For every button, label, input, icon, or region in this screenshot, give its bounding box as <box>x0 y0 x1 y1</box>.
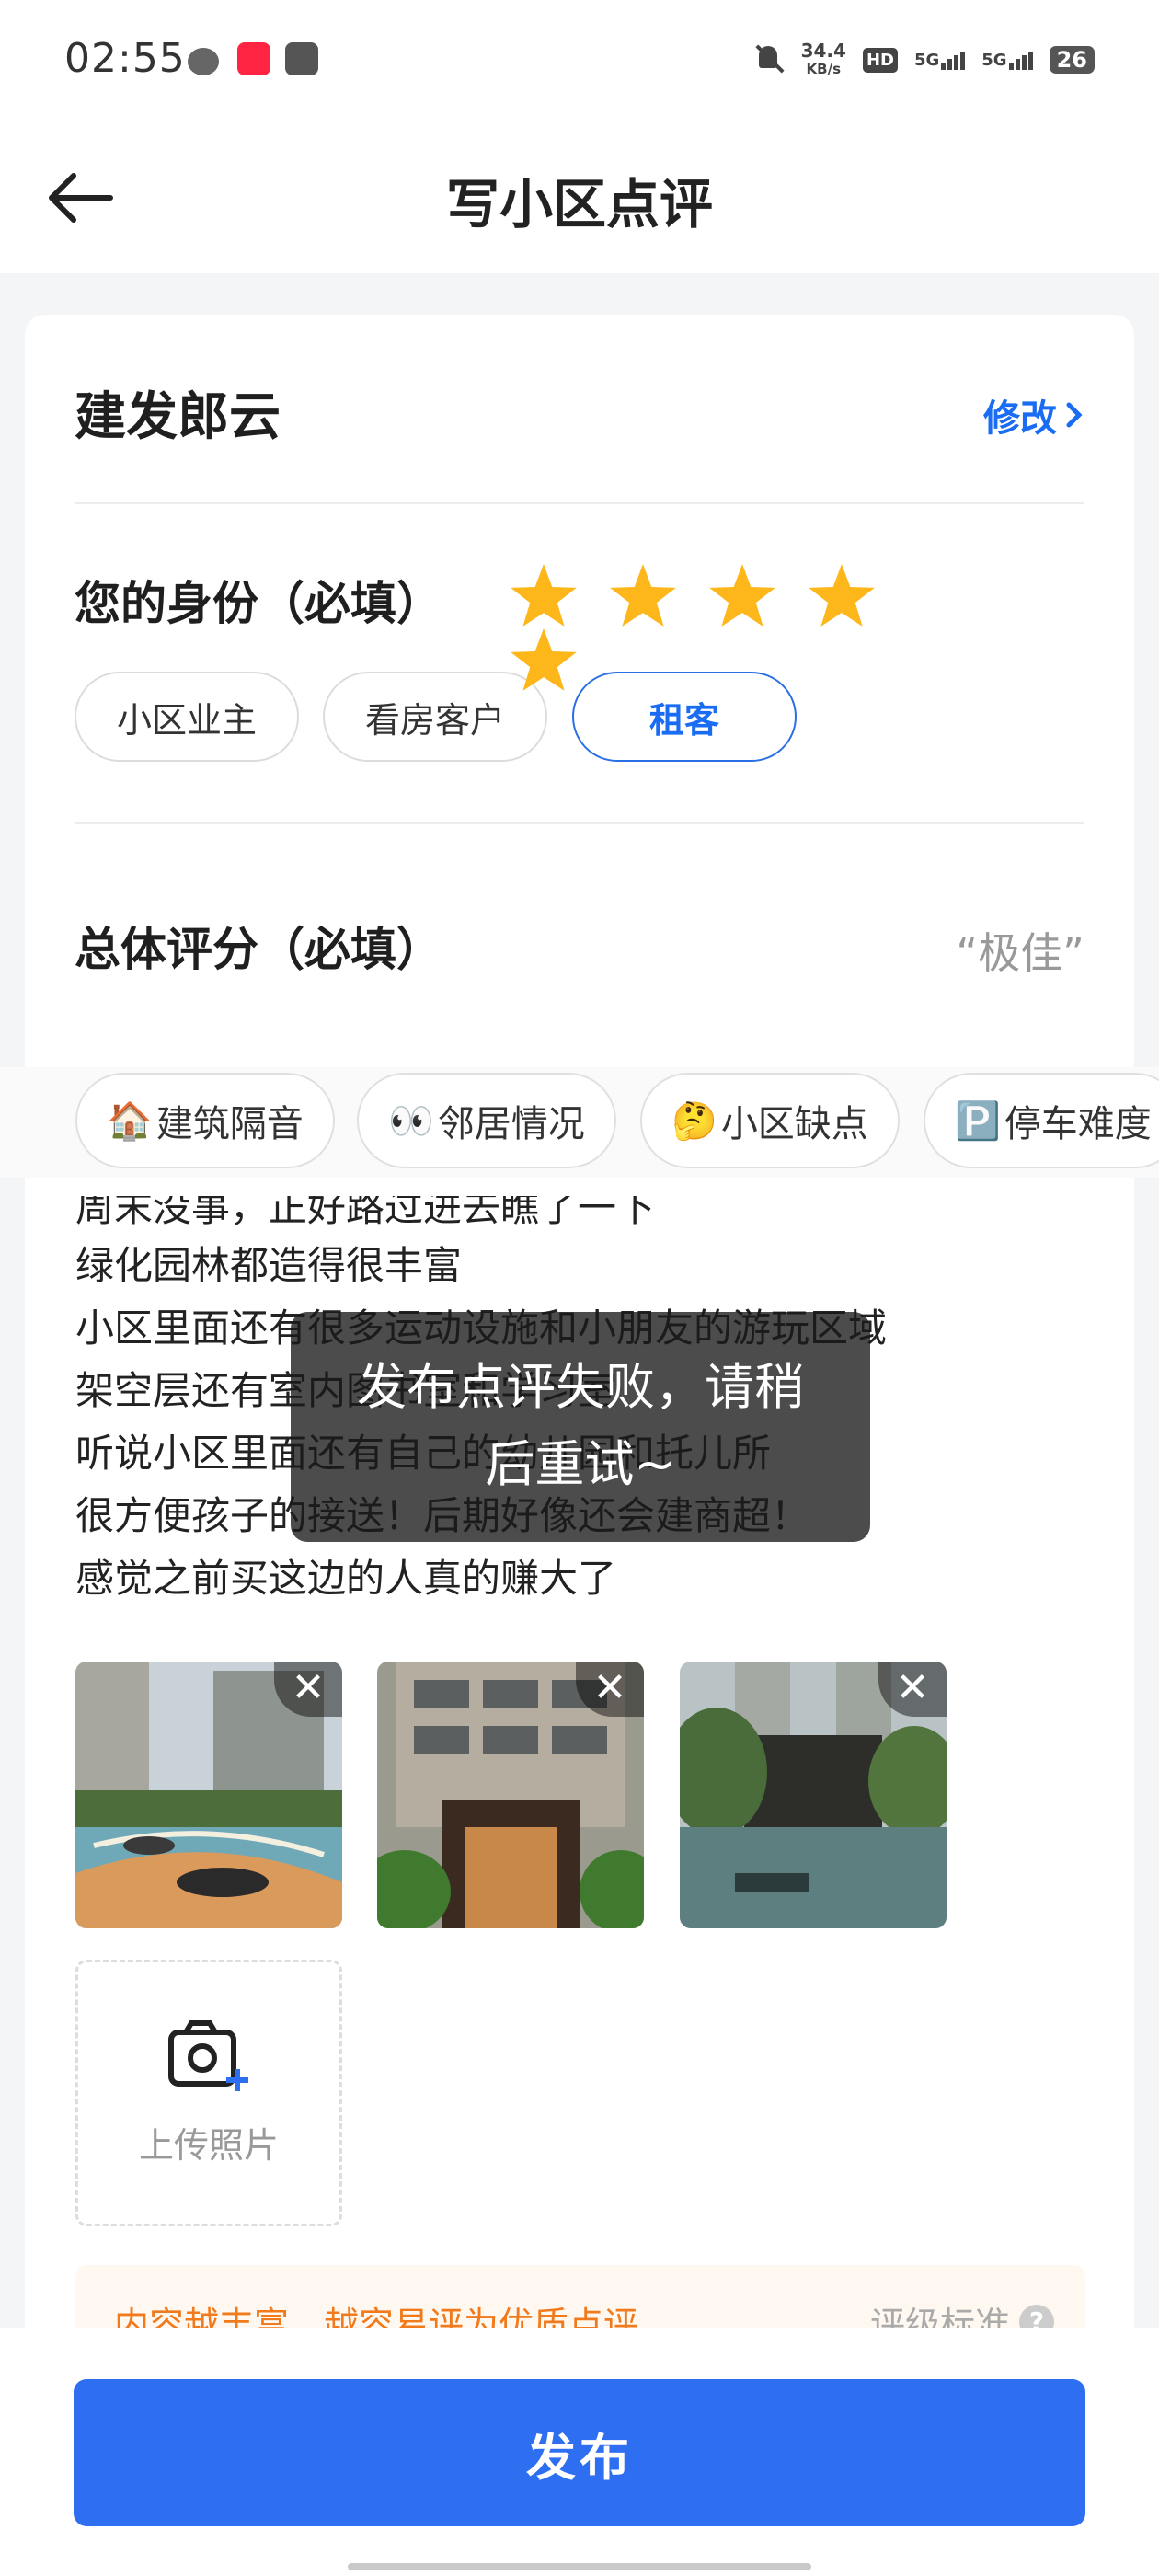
toast-line: 后重试~ <box>485 1435 676 1493</box>
wechat-icon <box>188 48 219 75</box>
nav-bar: 写小区点评 <box>0 124 1159 273</box>
star-icon[interactable] <box>607 561 679 629</box>
divider <box>75 822 1084 824</box>
close-icon: ✕ <box>895 1664 930 1711</box>
uploaded-photo[interactable]: ✕ <box>680 1662 947 1928</box>
topic-tag-label: 建筑隔音 <box>155 1103 304 1145</box>
uploaded-photo[interactable]: ✕ <box>75 1662 342 1928</box>
topic-tag-label: 小区缺点 <box>720 1103 868 1145</box>
close-icon: ✕ <box>291 1664 326 1711</box>
close-icon: ✕ <box>592 1664 627 1711</box>
review-line: 周末没事，正好路过进去瞧了一下 <box>75 1196 656 1230</box>
topic-tag-label: 邻居情况 <box>437 1103 585 1145</box>
star-icon[interactable] <box>706 561 778 629</box>
page-title: 写小区点评 <box>445 173 713 236</box>
rating-word: “极佳” <box>956 928 1084 978</box>
topic-tag[interactable]: 🤔 小区缺点 <box>640 1073 900 1168</box>
review-line: 感觉之前买这边的人真的赚大了 <box>75 1556 617 1601</box>
chevron-right-icon <box>1066 402 1083 428</box>
bottom-action-bar: 发布 <box>0 2328 1159 2576</box>
rating-section-title: 总体评分（必填） <box>75 923 442 976</box>
edit-community-button[interactable]: 修改 <box>983 388 1084 442</box>
status-time: 02:55 <box>64 35 186 82</box>
topic-tag-label: 停车难度 <box>1004 1103 1152 1145</box>
house-icon: 🏠 <box>107 1099 153 1143</box>
network-speed-value: 34.4 <box>800 40 846 62</box>
upload-photo-button[interactable]: 上传照片 <box>75 1960 342 2226</box>
signal-sim2-icon: 5G <box>981 50 1033 70</box>
home-indicator[interactable] <box>348 2563 811 2570</box>
xiaohongshu-icon <box>237 42 270 75</box>
star-rating[interactable] <box>480 561 875 699</box>
star-icon[interactable] <box>508 626 580 694</box>
shopping-bag-icon <box>285 42 318 75</box>
network-speed-unit: KB/s <box>806 61 841 77</box>
add-camera-icon <box>168 2019 248 2091</box>
star-icon[interactable] <box>508 561 580 629</box>
topic-tag[interactable]: 👀 邻居情况 <box>357 1073 616 1168</box>
network-speed: 34.4 KB/s <box>801 41 846 78</box>
publish-button[interactable]: 发布 <box>74 2379 1085 2526</box>
thinking-face-icon: 🤔 <box>671 1099 717 1143</box>
mute-bell-icon <box>753 44 785 75</box>
battery-icon: 26 <box>1049 46 1095 74</box>
edit-label: 修改 <box>983 397 1057 440</box>
community-name: 建发郎云 <box>75 387 281 447</box>
star-icon[interactable] <box>806 561 878 629</box>
uploaded-photo[interactable]: ✕ <box>377 1662 644 1928</box>
topic-tag[interactable]: 🅿️ 停车难度 <box>924 1073 1159 1168</box>
identity-option-owner[interactable]: 小区业主 <box>75 672 299 762</box>
status-indicators: 34.4 KB/s HD 5G 5G 26 <box>753 37 1095 83</box>
eyes-icon: 👀 <box>388 1099 434 1143</box>
parking-icon: 🅿️ <box>955 1099 1001 1143</box>
signal-sim1-icon: 5G <box>913 50 966 70</box>
upload-label: 上传照片 <box>138 2124 279 2166</box>
topic-tag-strip[interactable]: 🏠 建筑隔音 👀 邻居情况 🤔 小区缺点 🅿️ 停车难度 <box>0 1067 1159 1178</box>
sim1-network-type: 5G <box>913 50 940 70</box>
sim2-network-type: 5G <box>981 50 1007 70</box>
review-line: 绿化园林都造得很丰富 <box>75 1243 463 1288</box>
status-bar: 02:55 34.4 KB/s HD 5G 5G 26 <box>0 0 1159 124</box>
divider <box>75 502 1084 504</box>
identity-section-title: 您的身份（必填） <box>75 577 442 630</box>
identity-option-label: 小区业主 <box>116 699 257 741</box>
topic-tag[interactable]: 🏠 建筑隔音 <box>75 1073 335 1168</box>
hd-voice-icon: HD <box>862 47 898 73</box>
toast-line: 发布点评失败，请稍 <box>357 1358 804 1416</box>
error-toast: 发布点评失败，请稍 后重试~ <box>291 1312 870 1542</box>
